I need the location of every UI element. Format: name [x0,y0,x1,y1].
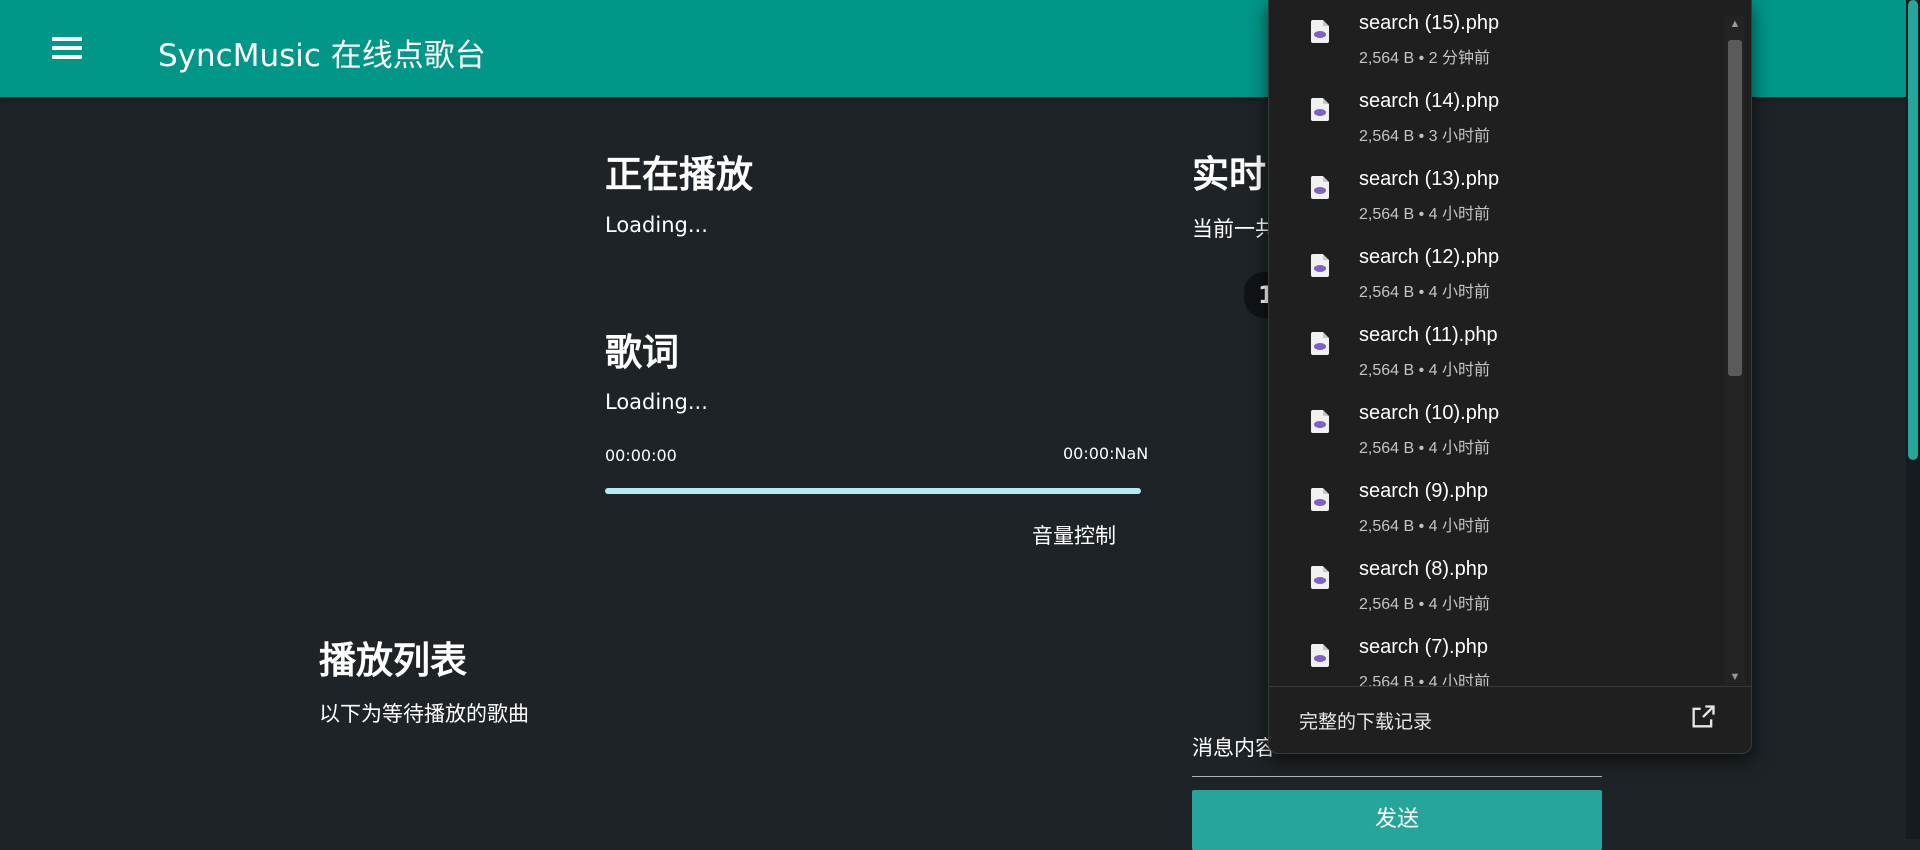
scroll-down-icon[interactable]: ▼ [1725,669,1745,685]
download-meta: 2,564 B • 4 小时前 [1359,440,1490,457]
download-item[interactable]: search (11).php 2,564 B • 4 小时前 [1269,312,1725,390]
download-filename: search (15).php [1359,12,1500,34]
download-item[interactable]: search (13).php 2,564 B • 4 小时前 [1269,156,1725,234]
playlist-heading: 播放列表 [319,639,467,682]
time-total: 00:00:NaN [1063,444,1149,463]
download-item[interactable]: search (15).php 2,564 B • 2 分钟前 [1269,0,1725,78]
download-filename: search (7).php [1359,636,1488,658]
download-meta: 2,564 B • 2 分钟前 [1359,50,1490,67]
download-meta: 2,564 B • 4 小时前 [1359,284,1490,301]
download-meta: 2,564 B • 4 小时前 [1359,206,1490,223]
download-filename: search (12).php [1359,246,1500,268]
full-download-history-link[interactable]: 完整的下载记录 [1269,686,1751,753]
download-filename: search (8).php [1359,558,1488,580]
download-meta: 2,564 B • 3 小时前 [1359,128,1490,145]
full-download-history-label: 完整的下载记录 [1299,712,1433,733]
php-file-icon [1311,488,1329,511]
download-meta: 2,564 B • 4 小时前 [1359,362,1490,379]
php-file-icon [1311,332,1329,355]
php-file-icon [1311,566,1329,589]
download-meta: 2,564 B • 4 小时前 [1359,674,1490,686]
php-file-icon [1311,98,1329,121]
download-filename: search (11).php [1359,324,1498,346]
menu-icon[interactable] [52,36,82,60]
downloads-scrollbar[interactable]: ▲ ▼ [1725,16,1745,685]
php-file-icon [1311,20,1329,43]
playlist-subtitle: 以下为等待播放的歌曲 [319,702,529,726]
realtime-heading: 实时 [1192,153,1266,196]
php-file-icon [1311,410,1329,433]
downloads-scrollbar-thumb[interactable] [1728,40,1742,376]
download-filename: search (10).php [1359,402,1500,424]
download-filename: search (9).php [1359,480,1488,502]
download-item[interactable]: search (8).php 2,564 B • 4 小时前 [1269,546,1725,624]
realtime-status: 当前一共 [1192,217,1276,241]
scroll-up-icon[interactable]: ▲ [1725,16,1745,32]
lyrics-status: Loading... [605,390,708,414]
volume-control-label[interactable]: 音量控制 [1032,520,1116,550]
download-item[interactable]: search (7).php 2,564 B • 4 小时前 [1269,624,1725,686]
downloads-panel: search (15).php 2,564 B • 2 分钟前 search (… [1268,0,1752,754]
download-filename: search (14).php [1359,90,1500,112]
open-external-icon[interactable] [1689,703,1717,731]
php-file-icon [1311,254,1329,277]
download-item[interactable]: search (14).php 2,564 B • 3 小时前 [1269,78,1725,156]
download-item[interactable]: search (12).php 2,564 B • 4 小时前 [1269,234,1725,312]
lyrics-heading: 歌词 [605,331,679,374]
php-file-icon [1311,644,1329,667]
time-current: 00:00:00 [605,446,677,465]
download-meta: 2,564 B • 4 小时前 [1359,596,1490,613]
now-playing-status: Loading... [605,213,708,237]
download-item[interactable]: search (10).php 2,564 B • 4 小时前 [1269,390,1725,468]
send-button[interactable]: 发送 [1192,790,1602,850]
now-playing-heading: 正在播放 [605,153,753,196]
php-file-icon [1311,176,1329,199]
download-filename: search (13).php [1359,168,1500,190]
page-scrollbar-thumb[interactable] [1908,0,1918,460]
progress-bar[interactable] [605,488,1141,494]
downloads-list: search (15).php 2,564 B • 2 分钟前 search (… [1269,0,1725,686]
download-item[interactable]: search (9).php 2,564 B • 4 小时前 [1269,468,1725,546]
download-meta: 2,564 B • 4 小时前 [1359,518,1490,535]
message-label: 消息内容 [1192,736,1276,760]
message-input[interactable] [1192,776,1602,777]
app-title: SyncMusic 在线点歌台 [158,38,486,74]
